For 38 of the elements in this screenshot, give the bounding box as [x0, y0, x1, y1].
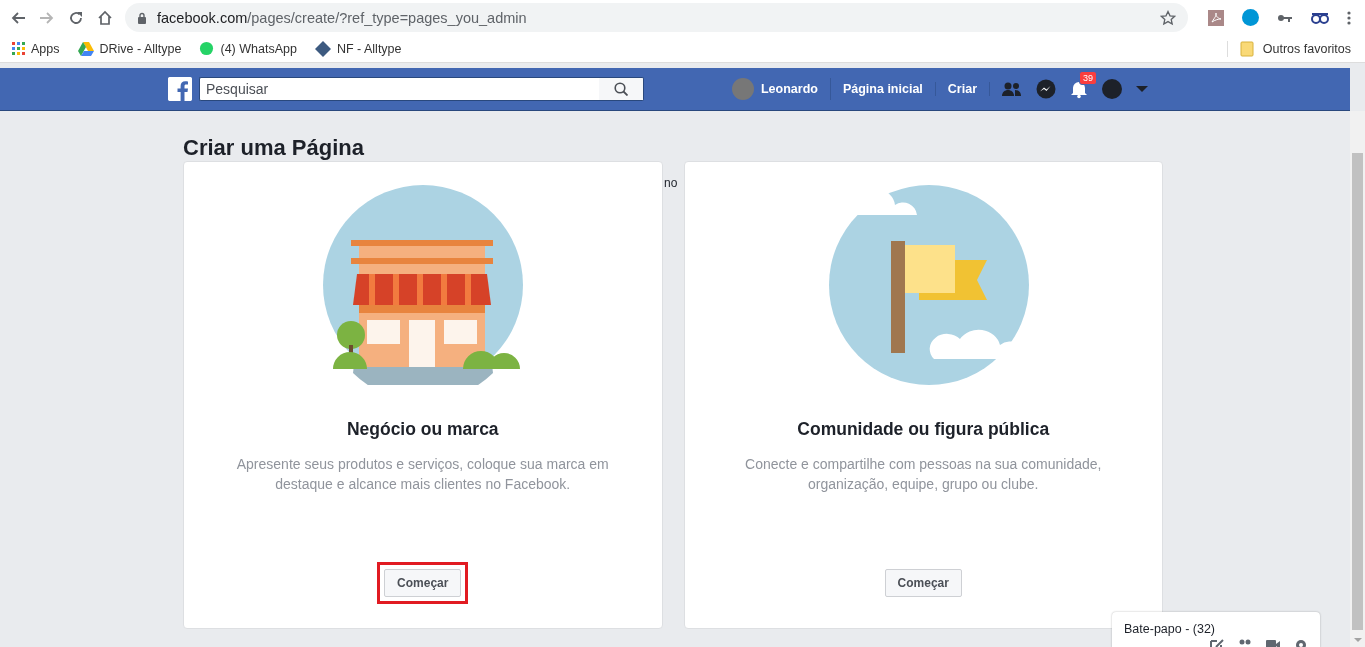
- chat-bar[interactable]: Bate-papo - (32): [1112, 612, 1320, 647]
- url-text: facebook.com/pages/create/?ref_type=pages_you_admin: [157, 9, 527, 26]
- address-bar[interactable]: facebook.com/pages/create/?ref_type=pages_you_admin: [125, 3, 1188, 32]
- caret-icon[interactable]: [1136, 86, 1148, 92]
- star-icon[interactable]: [1160, 9, 1176, 26]
- page-title: Criar uma Página: [183, 135, 365, 161]
- pdf-extension-icon[interactable]: [1208, 9, 1224, 26]
- friends-icon[interactable]: [1002, 81, 1022, 97]
- reload-icon[interactable]: [68, 9, 84, 26]
- card-title: Negócio ou marca: [346, 419, 499, 440]
- notification-badge: 39: [1079, 71, 1097, 85]
- profile-link[interactable]: Leonardo: [731, 78, 831, 100]
- folder-icon: [1239, 40, 1254, 57]
- apps-grid-icon: [12, 42, 25, 55]
- avatar-icon: [731, 78, 754, 100]
- bookmark-link[interactable]: (4) WhatsApp: [199, 40, 297, 57]
- drive-icon: [77, 40, 94, 57]
- partial-text: no: [664, 176, 678, 190]
- bookmark-link[interactable]: NF - Alltype: [314, 40, 402, 57]
- start-button[interactable]: Começar: [384, 569, 462, 597]
- bookmark-link[interactable]: Apps: [12, 40, 60, 57]
- facebook-logo-icon[interactable]: [168, 77, 192, 101]
- other-bookmarks-link[interactable]: Outros favoritos: [1226, 40, 1351, 57]
- nav-link[interactable]: Página inicial: [830, 82, 936, 96]
- menu-icon[interactable]: [1347, 10, 1351, 25]
- back-icon[interactable]: [10, 9, 26, 26]
- card-description: Conecte e compartilhe com pessoas na sua comunidade, organização, equipe, grupo ou clube.: [744, 455, 1103, 494]
- scrollbar[interactable]: [1350, 111, 1365, 647]
- card-title: Comunidade ou figura pública: [797, 419, 1050, 440]
- start-button[interactable]: Começar: [884, 569, 962, 597]
- chat-label: Bate-papo - (32): [1124, 622, 1217, 636]
- home-icon[interactable]: [97, 9, 113, 26]
- lock-icon: [137, 11, 147, 24]
- card-description: Apresente seus produtos e serviços, coloque sua marca em destaque e alcance mais clientes no Facebook.: [235, 455, 610, 494]
- nav-link[interactable]: Criar: [935, 82, 990, 96]
- bookmark-link[interactable]: DRive - Alltype: [77, 40, 182, 57]
- messenger-icon[interactable]: [1036, 79, 1056, 99]
- bell-icon[interactable]: [1070, 79, 1088, 99]
